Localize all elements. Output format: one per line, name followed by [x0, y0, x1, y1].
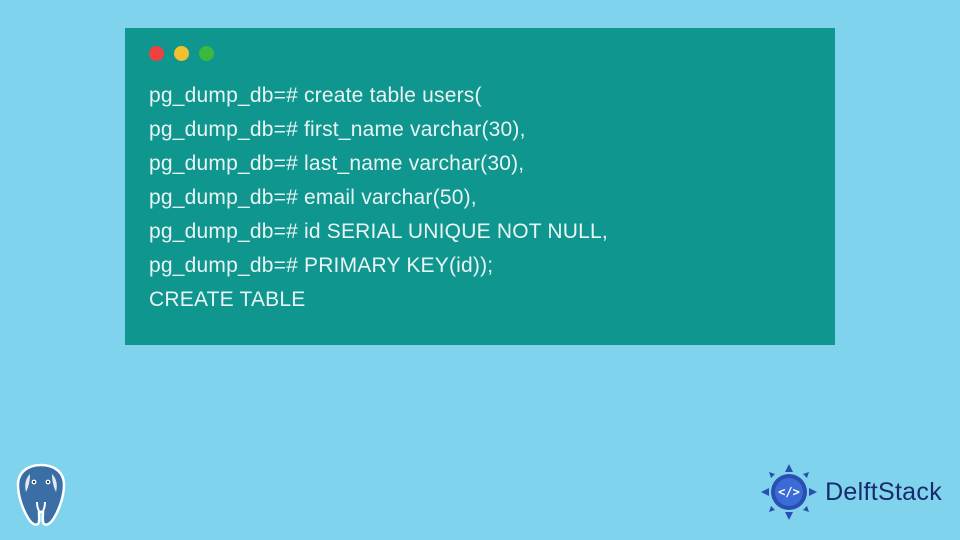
postgresql-logo-icon [10, 460, 72, 530]
code-line: pg_dump_db=# last_name varchar(30), [149, 147, 811, 181]
delftstack-branding: </> DelftStack [759, 462, 942, 522]
code-line: pg_dump_db=# id SERIAL UNIQUE NOT NULL, [149, 215, 811, 249]
delftstack-badge-icon: </> [759, 462, 819, 522]
minimize-icon [174, 46, 189, 61]
svg-text:</>: </> [778, 485, 800, 499]
code-line: CREATE TABLE [149, 283, 811, 317]
code-line: pg_dump_db=# PRIMARY KEY(id)); [149, 249, 811, 283]
terminal-window: pg_dump_db=# create table users( pg_dump… [125, 28, 835, 345]
maximize-icon [199, 46, 214, 61]
close-icon [149, 46, 164, 61]
code-line: pg_dump_db=# first_name varchar(30), [149, 113, 811, 147]
code-line: pg_dump_db=# create table users( [149, 79, 811, 113]
delftstack-label: DelftStack [825, 478, 942, 507]
terminal-output: pg_dump_db=# create table users( pg_dump… [149, 79, 811, 317]
code-line: pg_dump_db=# email varchar(50), [149, 181, 811, 215]
window-controls [149, 46, 811, 61]
